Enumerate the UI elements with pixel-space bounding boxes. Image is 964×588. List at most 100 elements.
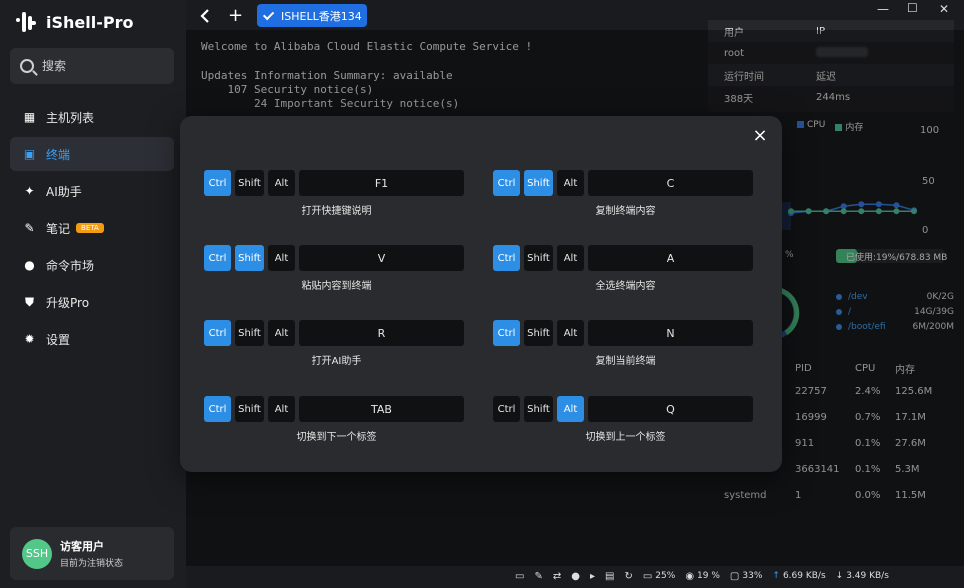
key-ctrl[interactable]: Ctrl xyxy=(493,170,520,196)
key-ctrl[interactable]: Ctrl xyxy=(493,396,520,422)
shortcuts-modal: × Ctrl Shift Alt F1 打开快捷键说明 Ctrl Shift Alt C 复制… xyxy=(180,116,782,472)
shortcut-label: 复制终端内容 xyxy=(595,206,656,217)
key-shift[interactable]: Shift xyxy=(524,396,553,422)
download-status: ↓ 3.49 KB/s xyxy=(835,571,889,581)
sidebar-item-label: 终端 xyxy=(46,147,71,162)
refresh-icon[interactable]: ↻ xyxy=(624,571,632,582)
sidebar-item-6[interactable]: ✹ 设置 xyxy=(10,322,174,356)
key-shift[interactable]: Shift xyxy=(235,320,264,346)
maximize-icon[interactable]: ☐ xyxy=(907,1,918,15)
shortcut-6: Ctrl Shift Alt TAB 切换到下一个标签 xyxy=(204,396,469,456)
sidebar-item-label: 升级Pro xyxy=(46,295,90,310)
key-shift[interactable]: Shift xyxy=(524,170,553,196)
app-logo: iShell-Pro xyxy=(14,10,133,34)
terminal-icon: ▣ xyxy=(23,147,36,161)
sidebar-item-label: 命令市场 xyxy=(46,258,95,273)
user-card[interactable]: SSH 访客用户 目前为注销状态 xyxy=(10,527,174,580)
key-ctrl[interactable]: Ctrl xyxy=(204,320,231,346)
key-main[interactable]: A xyxy=(588,245,753,271)
key-alt[interactable]: Alt xyxy=(268,245,295,271)
upload-arrow-icon: ↑ xyxy=(772,571,780,581)
gear-icon: ✹ xyxy=(24,332,35,346)
edit-icon[interactable]: ✎ xyxy=(534,571,542,582)
key-main[interactable]: V xyxy=(299,245,464,271)
key-alt[interactable]: Alt xyxy=(557,245,584,271)
logo-icon xyxy=(14,10,38,34)
key-main[interactable]: C xyxy=(588,170,753,196)
shortcut-1: Ctrl Shift Alt C 复制终端内容 xyxy=(493,170,758,230)
shortcut-label: 粘贴内容到终端 xyxy=(301,281,372,292)
search-input[interactable] xyxy=(42,59,162,73)
grid-icon: ▦ xyxy=(23,110,36,124)
mem-status: ◉ 19 % xyxy=(685,570,720,582)
shortcut-label: 复制当前终端 xyxy=(595,356,656,367)
key-ctrl[interactable]: Ctrl xyxy=(493,245,520,271)
sidebar-nav: ▦ 主机列表 ▣ 终端 ✦ AI助手 ✎ 笔记 BETA ● 命令市场 ⛊ 升级Pro ✹ 设置 xyxy=(10,100,174,359)
app-title: iShell-Pro xyxy=(46,12,134,32)
key-ctrl[interactable]: Ctrl xyxy=(204,170,231,196)
key-main[interactable]: F1 xyxy=(299,170,464,196)
monitor-icon[interactable]: ▭ xyxy=(515,571,524,582)
add-tab-icon[interactable]: + xyxy=(228,6,243,26)
terminal-icon[interactable]: ▸ xyxy=(590,571,595,582)
close-icon[interactable]: × xyxy=(750,126,770,146)
status-bar: ▭ ✎ ⇄ ● ▸ ▤ ↻ ▭ 25% ◉ 19 % ▢ 33% ↑ 6.69 KB/s… xyxy=(515,566,960,586)
key-ctrl[interactable]: Ctrl xyxy=(204,245,231,271)
shortcut-label: 全选终端内容 xyxy=(595,281,656,292)
note-icon: ✎ xyxy=(24,221,35,235)
key-main[interactable]: R xyxy=(299,320,464,346)
tab-label: ISHELL香港134 xyxy=(281,9,362,23)
transfer-icon[interactable]: ⇄ xyxy=(553,571,561,582)
key-alt[interactable]: Alt xyxy=(557,170,584,196)
shortcut-label: 切换到上一个标签 xyxy=(585,432,666,443)
close-window-icon[interactable]: ✕ xyxy=(939,2,949,16)
key-main[interactable]: Q xyxy=(588,396,753,422)
key-ctrl[interactable]: Ctrl xyxy=(493,320,520,346)
key-alt[interactable]: Alt xyxy=(268,396,295,422)
shortcut-label: 打开快捷键说明 xyxy=(301,206,372,217)
sidebar-item-5[interactable]: ⛊ 升级Pro xyxy=(10,285,174,319)
sparkle-icon: ✦ xyxy=(24,184,35,198)
search-box[interactable] xyxy=(10,48,174,84)
key-alt[interactable]: Alt xyxy=(268,320,295,346)
key-alt[interactable]: Alt xyxy=(557,396,584,422)
sidebar-item-3[interactable]: ✎ 笔记 BETA xyxy=(10,211,174,245)
shortcut-0: Ctrl Shift Alt F1 打开快捷键说明 xyxy=(204,170,469,230)
key-shift[interactable]: Shift xyxy=(235,245,264,271)
shortcut-label: 切换到下一个标签 xyxy=(296,432,377,443)
avatar[interactable]: SSH xyxy=(22,538,52,569)
key-shift[interactable]: Shift xyxy=(235,170,264,196)
sidebar-item-0[interactable]: ▦ 主机列表 xyxy=(10,100,174,134)
check-icon xyxy=(262,8,275,20)
sidebar-item-1[interactable]: ▣ 终端 xyxy=(10,137,174,171)
key-shift[interactable]: Shift xyxy=(524,245,553,271)
user-status: 目前为注销状态 xyxy=(60,559,124,569)
key-shift[interactable]: Shift xyxy=(524,320,553,346)
shortcut-4: Ctrl Shift Alt R 打开AI助手 xyxy=(204,320,469,380)
cpu-status: ▭ 25% xyxy=(642,570,676,582)
bulb-icon[interactable]: ● xyxy=(571,571,580,582)
key-shift[interactable]: Shift xyxy=(235,396,264,422)
keyboard-icon[interactable]: ▤ xyxy=(605,571,614,582)
shield-icon: ⛊ xyxy=(24,294,34,309)
upload-status: ↑ 6.69 KB/s xyxy=(772,571,826,581)
shortcut-2: Ctrl Shift Alt V 粘贴内容到终端 xyxy=(204,245,469,305)
sidebar-item-label: AI助手 xyxy=(46,184,82,199)
back-chevron-icon[interactable] xyxy=(198,6,214,26)
user-name: 访客用户 xyxy=(60,540,104,553)
key-ctrl[interactable]: Ctrl xyxy=(204,396,231,422)
key-main[interactable]: N xyxy=(588,320,753,346)
sidebar-item-4[interactable]: ● 命令市场 xyxy=(10,248,174,282)
sidebar-item-label: 笔记 xyxy=(46,221,71,236)
minimize-icon[interactable]: — xyxy=(877,2,889,16)
shortcut-label: 打开AI助手 xyxy=(311,356,362,367)
bulb-icon: ● xyxy=(24,258,35,272)
key-alt[interactable]: Alt xyxy=(557,320,584,346)
sidebar-item-2[interactable]: ✦ AI助手 xyxy=(10,174,174,208)
beta-badge: BETA xyxy=(76,223,104,233)
sidebar: iShell-Pro ▦ 主机列表 ▣ 终端 ✦ AI助手 ✎ 笔记 BETA ● 命令市场 ⛊ 升级P… xyxy=(0,0,186,588)
tab-ishell-hk[interactable]: ISHELL香港134 xyxy=(257,4,367,27)
download-arrow-icon: ↓ xyxy=(835,571,844,581)
key-alt[interactable]: Alt xyxy=(268,170,295,196)
key-main[interactable]: TAB xyxy=(299,396,464,422)
